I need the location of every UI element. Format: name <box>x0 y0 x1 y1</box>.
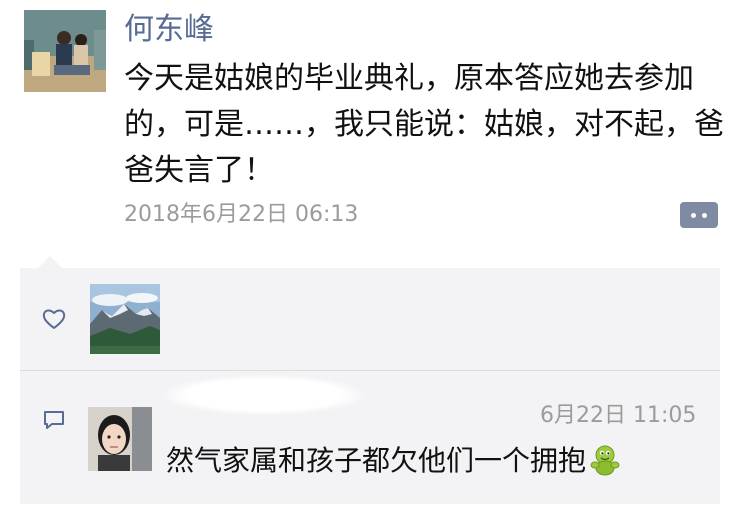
comment-bubble-icon <box>44 411 64 429</box>
comment-text: 然气家属和孩子都欠他们一个拥抱 <box>166 444 587 477</box>
comment-timestamp: 6月22日 11:05 <box>540 403 697 428</box>
commenter-name-redacted <box>164 375 364 415</box>
author-name[interactable]: 何东峰 <box>124 12 214 48</box>
post-text: 今天是姑娘的毕业典礼，原本答应她去参加的，可是……，我只能说：姑娘，对不起，爸爸… <box>124 61 724 188</box>
heart-outline-icon <box>42 309 66 329</box>
moments-post: 何东峰 今天是姑娘的毕业典礼，原本答应她去参加的，可是……，我只能说：姑娘，对不… <box>0 0 750 513</box>
author-avatar-photo <box>24 10 106 92</box>
hug-emoji-icon <box>590 445 620 476</box>
likes-row <box>20 268 720 370</box>
interaction-panel: 6月22日 11:05 然气家属和孩子都欠他们一个拥抱 <box>20 268 720 504</box>
commenter-avatar-photo <box>88 407 152 471</box>
post-timestamp: 2018年6月22日 06:13 <box>124 202 359 227</box>
liker-avatar[interactable] <box>90 284 160 354</box>
comment-row[interactable]: 6月22日 11:05 然气家属和孩子都欠他们一个拥抱 <box>20 371 720 504</box>
panel-pointer <box>38 256 62 268</box>
more-actions-button[interactable] <box>680 202 718 228</box>
comment-text-line: 然气家属和孩子都欠他们一个拥抱 <box>166 441 620 481</box>
author-avatar[interactable] <box>24 10 106 92</box>
ellipsis-icon-dot <box>702 212 707 218</box>
commenter-avatar[interactable] <box>88 407 152 471</box>
liker-avatar-photo <box>90 284 160 354</box>
ellipsis-icon <box>691 212 696 218</box>
